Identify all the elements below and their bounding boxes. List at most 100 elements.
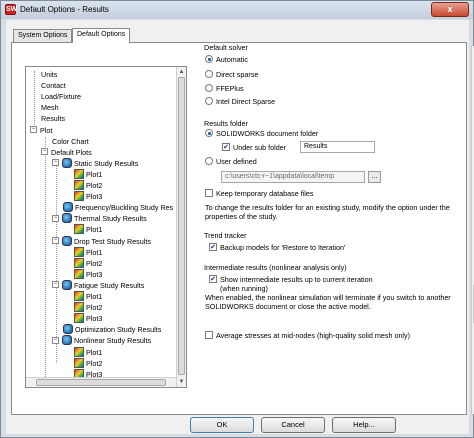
intermediate-results-note: When enabled, the nonlinear simulation w… xyxy=(205,293,451,311)
tree-node-label: Load/Fixture xyxy=(41,92,81,102)
collapse-icon[interactable]: − xyxy=(52,159,59,167)
tree-node[interactable]: − Thermal Study Results xyxy=(52,213,147,224)
tree-node[interactable]: Plot1 xyxy=(63,224,102,235)
tree-node-label: Plot2 xyxy=(86,258,103,268)
radio-selected-icon[interactable] xyxy=(205,129,213,138)
user-defined-radio[interactable]: User defined xyxy=(205,157,257,167)
tree-node[interactable]: Mesh xyxy=(30,102,59,113)
checkbox-checked-icon[interactable]: ✔ xyxy=(209,275,217,284)
scroll-down-icon[interactable]: ▼ xyxy=(178,378,185,386)
checkbox-icon[interactable] xyxy=(205,331,213,340)
tree-node-label: Plot2 xyxy=(86,358,103,368)
tree-node[interactable]: Plot1 xyxy=(63,291,102,302)
plot-icon xyxy=(74,191,84,202)
trend-tracker-label: Trend tracker xyxy=(202,231,249,240)
close-button[interactable]: x xyxy=(431,2,469,17)
tree-node[interactable]: − Default Plots xyxy=(41,147,92,158)
keep-temp-label: Keep temporary database files xyxy=(216,189,314,198)
keep-temp-files-checkbox[interactable]: Keep temporary database files xyxy=(205,189,314,199)
tree-node[interactable]: Plot3 xyxy=(63,313,102,324)
plot-icon xyxy=(74,246,84,257)
plot-icon xyxy=(74,180,84,191)
average-stresses-checkbox[interactable]: Average stresses at mid-nodes (high-qual… xyxy=(205,331,410,341)
browse-button[interactable]: ... xyxy=(368,171,381,183)
tree-node[interactable]: Color Chart xyxy=(41,136,89,147)
under-sub-folder-label: Under sub folder xyxy=(233,143,287,152)
solver-option-label: Automatic xyxy=(216,55,248,64)
tree-node[interactable]: Load/Fixture xyxy=(30,91,81,102)
tab-default-options[interactable]: Default Options xyxy=(72,28,131,43)
tree-node[interactable]: Units xyxy=(30,69,57,80)
under-sub-folder-checkbox[interactable]: ✔ Under sub folder xyxy=(222,143,286,153)
sub-folder-input[interactable]: Results xyxy=(300,141,375,153)
tree-horizontal-scrollbar[interactable] xyxy=(26,377,176,387)
solver-option-label: Intel Direct Sparse xyxy=(216,97,276,106)
radio-selected-icon[interactable] xyxy=(205,55,213,64)
tree-node[interactable]: Plot2 xyxy=(63,180,102,191)
ok-button[interactable]: OK xyxy=(190,417,254,433)
solver-ffeplus-radio[interactable]: FFEPlus xyxy=(205,84,244,94)
plot-icon xyxy=(74,313,84,324)
tree-node-label: Contact xyxy=(41,81,66,91)
options-tree[interactable]: Units Contact Load/Fixture Mesh Results − Plot… xyxy=(25,66,187,388)
tab-system-options[interactable]: System Options xyxy=(13,29,73,42)
tree-node-label: Plot3 xyxy=(86,269,103,279)
show-intermediate-label: Show intermediate results up to current … xyxy=(220,275,373,284)
tree-node[interactable]: − Fatigue Study Results xyxy=(52,279,144,291)
checkbox-icon[interactable] xyxy=(205,189,213,198)
doc-folder-label: SOLIDWORKS document folder xyxy=(216,129,319,138)
collapse-icon[interactable]: − xyxy=(52,237,59,245)
plot-icon xyxy=(74,357,84,368)
study-icon xyxy=(62,335,72,346)
tree-node[interactable]: Frequency/Buckling Study Res xyxy=(52,202,173,213)
solidworks-document-folder-radio[interactable]: SOLIDWORKS document folder xyxy=(205,129,318,139)
tree-node[interactable]: Plot1 xyxy=(63,168,102,180)
plot-icon xyxy=(74,346,84,357)
solver-direct-sparse-radio[interactable]: Direct sparse xyxy=(205,70,258,80)
scroll-up-icon[interactable]: ▲ xyxy=(178,68,185,76)
radio-icon[interactable] xyxy=(205,84,213,93)
collapse-icon[interactable]: − xyxy=(41,148,48,156)
user-defined-path-input[interactable]: c:\users\ctc-r~1\appdata\local\temp xyxy=(221,171,365,183)
dialog-window: SW Default Options - Results x System Op… xyxy=(0,0,474,438)
cancel-button[interactable]: Cancel xyxy=(261,417,325,433)
title-bar[interactable]: SW Default Options - Results x xyxy=(1,1,473,19)
checkbox-checked-icon[interactable]: ✔ xyxy=(209,243,217,252)
tree-node[interactable]: − Plot xyxy=(30,125,52,136)
tree-node[interactable]: Plot1 xyxy=(63,246,102,258)
radio-icon[interactable] xyxy=(205,70,213,79)
radio-icon[interactable] xyxy=(205,97,213,106)
tree-node[interactable]: − Nonlinear Study Results xyxy=(52,335,151,346)
tree-node[interactable]: Plot3 xyxy=(63,268,103,280)
backup-models-checkbox[interactable]: ✔ Backup models for 'Restore to Iteration… xyxy=(209,243,345,253)
tree-node[interactable]: Plot2 xyxy=(63,302,102,313)
results-folder-note: To change the results folder for an exis… xyxy=(205,203,450,221)
tree-node[interactable]: Plot2 xyxy=(63,357,103,369)
tree-node-label: Results xyxy=(41,114,65,124)
tree-node[interactable]: Optimization Study Results xyxy=(52,324,161,335)
tree-node[interactable]: Plot1 xyxy=(63,346,102,358)
collapse-icon[interactable]: − xyxy=(30,126,37,134)
dialog-client: System Options Default Options Units Cont… xyxy=(6,20,474,434)
tree-node[interactable]: Results xyxy=(30,113,65,124)
tree-node[interactable]: Plot3 xyxy=(63,191,102,202)
solver-intel-direct-sparse-radio[interactable]: Intel Direct Sparse xyxy=(205,97,275,107)
plot-icon xyxy=(74,302,84,313)
tree-node[interactable]: − Drop Test Study Results xyxy=(52,235,151,247)
solver-automatic-radio[interactable]: Automatic xyxy=(205,55,248,65)
help-button[interactable]: Help... xyxy=(332,417,396,433)
collapse-icon[interactable]: − xyxy=(52,336,59,344)
user-defined-label: User defined xyxy=(216,157,257,166)
tree-hscroll-thumb[interactable] xyxy=(36,379,166,386)
tree-node[interactable]: − Static Study Results xyxy=(52,157,138,169)
solver-option-label: Direct sparse xyxy=(216,70,259,79)
collapse-icon[interactable]: − xyxy=(52,214,59,222)
tree-node[interactable]: Plot2 xyxy=(63,257,103,269)
checkbox-checked-icon[interactable]: ✔ xyxy=(222,143,230,152)
radio-icon[interactable] xyxy=(205,157,213,166)
average-stresses-label: Average stresses at mid-nodes (high-qual… xyxy=(216,331,411,340)
collapse-icon[interactable]: − xyxy=(52,281,59,289)
tree-node[interactable]: Contact xyxy=(30,80,66,91)
tree-vertical-scrollbar[interactable]: ▲ ▼ xyxy=(176,67,186,387)
tree-scroll-thumb[interactable] xyxy=(178,77,185,375)
